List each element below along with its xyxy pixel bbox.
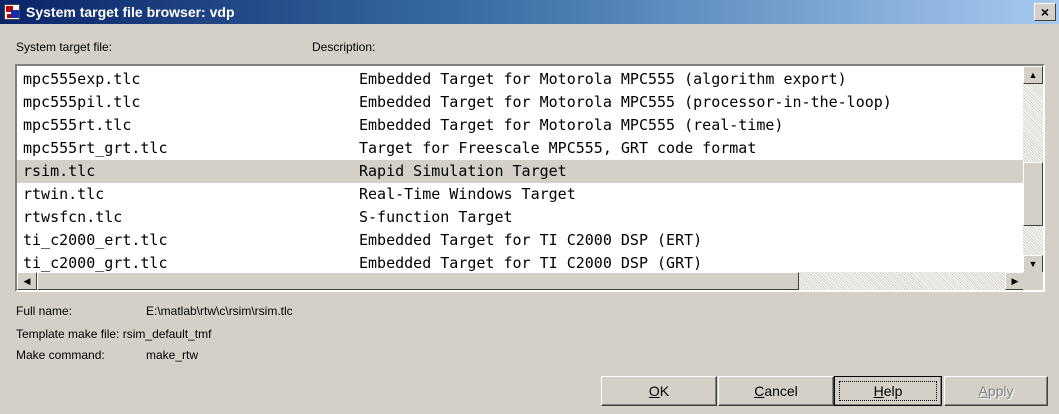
list-item[interactable]: mpc555pil.tlc Embedded Target for Motorol… xyxy=(17,91,1025,114)
full-name-value: E:\matlab\rtw\c\rsim\rsim.tlc xyxy=(146,304,293,318)
list-item[interactable]: mpc555rt_grt.tlc Target for Freescale MPC… xyxy=(17,137,1025,160)
target-file-name: mpc555exp.tlc xyxy=(23,70,141,88)
make-command-label: Make command: xyxy=(16,348,105,362)
apply-button[interactable]: Apply xyxy=(944,376,1048,406)
target-description: S-function Target xyxy=(359,208,513,226)
title-bar[interactable]: System target file browser: vdp × xyxy=(0,0,1059,24)
ok-label: K xyxy=(659,383,670,399)
target-file-name: mpc555rt.tlc xyxy=(23,116,132,134)
apply-label: pply xyxy=(987,383,1014,399)
arrow-down-icon: ▼ xyxy=(1028,259,1038,269)
scroll-right-button[interactable]: ▶ xyxy=(1005,272,1025,290)
arrow-right-icon: ▶ xyxy=(1011,276,1019,286)
template-make-file-row: Template make file: rsim_default_tmf xyxy=(16,327,211,341)
list-rows: mpc555exp.tlc Embedded Target for Motorol… xyxy=(17,68,1025,275)
target-description: Embedded Target for TI C2000 DSP (ERT) xyxy=(359,231,703,249)
target-description: Target for Freescale MPC555, GRT code fo… xyxy=(359,139,757,157)
apply-mnemonic: A xyxy=(978,383,988,399)
ok-button[interactable]: OK xyxy=(601,376,717,406)
list-item[interactable]: rtwsfcn.tlc S-function Target xyxy=(17,206,1025,229)
target-file-list[interactable]: mpc555exp.tlc Embedded Target for Motorol… xyxy=(15,64,1045,292)
ok-mnemonic: O xyxy=(648,383,660,399)
close-icon: × xyxy=(1040,4,1050,20)
target-file-name: rsim.tlc xyxy=(23,162,96,180)
window-title: System target file browser: vdp xyxy=(26,4,235,20)
help-label: elp xyxy=(883,383,903,399)
make-command-value: make_rtw xyxy=(146,348,199,362)
cancel-mnemonic: C xyxy=(754,383,765,399)
target-description: Real-Time Windows Target xyxy=(359,185,576,203)
target-description: Embedded Target for Motorola MPC555 (pro… xyxy=(359,93,892,111)
close-button[interactable]: × xyxy=(1034,3,1056,21)
list-item[interactable]: ti_c2000_ert.tlc Embedded Target for TI C… xyxy=(17,229,1025,252)
target-file-name: mpc555rt_grt.tlc xyxy=(23,139,168,157)
list-item[interactable]: mpc555rt.tlc Embedded Target for Motorola… xyxy=(17,114,1025,137)
scroll-corner xyxy=(1023,272,1043,290)
target-file-name: mpc555pil.tlc xyxy=(23,93,141,111)
arrow-left-icon: ◀ xyxy=(23,276,31,286)
app-icon xyxy=(4,4,20,20)
target-file-name: ti_c2000_ert.tlc xyxy=(23,231,168,249)
vertical-scroll-thumb[interactable] xyxy=(1023,162,1043,226)
target-file-name: rtwsfcn.tlc xyxy=(23,208,123,226)
make-command-row: Make command: make_rtw xyxy=(16,348,198,362)
scroll-down-button[interactable]: ▼ xyxy=(1023,255,1043,273)
cancel-label: ancel xyxy=(764,383,798,399)
vertical-scrollbar[interactable]: ▲ ▼ xyxy=(1023,66,1043,273)
arrow-up-icon: ▲ xyxy=(1028,70,1038,80)
column-header-description: Description: xyxy=(312,40,376,54)
help-mnemonic: H xyxy=(873,383,884,399)
dialog-window: System target file browser: vdp × System… xyxy=(0,0,1059,414)
column-header-file: System target file: xyxy=(16,40,113,54)
scroll-up-button[interactable]: ▲ xyxy=(1023,66,1043,84)
template-make-file-value: rsim_default_tmf xyxy=(122,327,212,341)
full-name-label: Full name: xyxy=(16,304,73,318)
horizontal-scrollbar[interactable]: ◀ ▶ xyxy=(17,272,1025,290)
target-description: Rapid Simulation Target xyxy=(359,162,567,180)
target-description: Embedded Target for Motorola MPC555 (alg… xyxy=(359,70,847,88)
target-description: Embedded Target for Motorola MPC555 (rea… xyxy=(359,116,784,134)
horizontal-scroll-thumb[interactable] xyxy=(37,272,799,290)
template-make-file-label: Template make file: xyxy=(16,327,120,341)
full-name-row: Full name: E:\matlab\rtw\c\rsim\rsim.tlc xyxy=(16,304,293,318)
list-item[interactable]: rtwin.tlc Real-Time Windows Target xyxy=(17,183,1025,206)
help-button[interactable]: Help xyxy=(834,376,942,406)
cancel-button[interactable]: Cancel xyxy=(718,376,834,406)
scroll-left-button[interactable]: ◀ xyxy=(17,272,37,290)
list-item[interactable]: mpc555exp.tlc Embedded Target for Motorol… xyxy=(17,68,1025,91)
target-file-name: rtwin.tlc xyxy=(23,185,105,203)
list-item[interactable]: rsim.tlc Rapid Simulation Target xyxy=(17,160,1025,183)
